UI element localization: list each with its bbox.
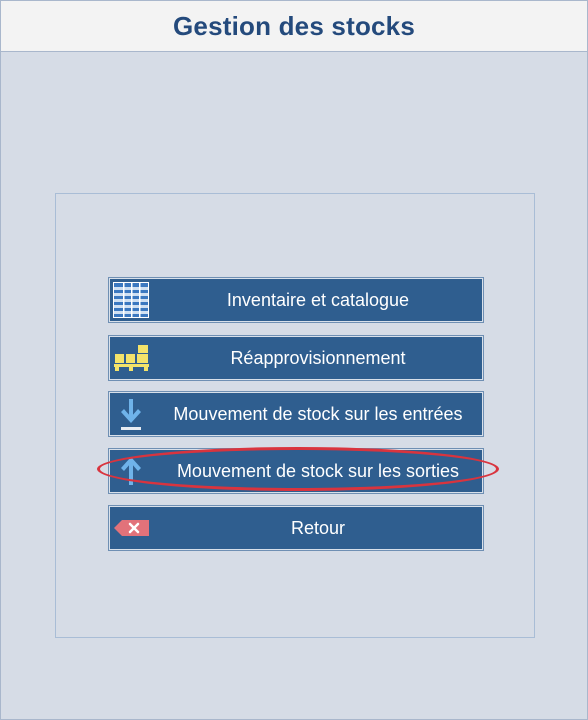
page-title: Gestion des stocks	[172, 10, 416, 41]
app-window: Gestion des stocks Inventaire et catalog…	[0, 0, 588, 720]
stock-in-movement-label: Mouvement de stock sur les entrées	[173, 403, 463, 424]
arrow-down-in-icon	[111, 394, 151, 434]
pallet-boxes-icon	[111, 338, 151, 378]
restocking-label: Réapprovisionnement	[230, 347, 406, 368]
inventory-catalog-button[interactable]: Inventaire et catalogue	[108, 277, 484, 323]
stock-out-movement-button[interactable]: Mouvement de stock sur les sorties	[108, 448, 484, 494]
inventory-catalog-label: Inventaire et catalogue	[226, 289, 410, 310]
arrow-up-out-icon	[111, 451, 151, 491]
back-button[interactable]: Retour	[108, 505, 484, 551]
menu-panel: Inventaire et catalogue Réapprovisionnem…	[55, 193, 535, 638]
backspace-icon	[111, 508, 151, 548]
title-bar: Gestion des stocks	[1, 1, 587, 52]
back-label: Retour	[290, 517, 346, 538]
catalog-grid-icon	[111, 280, 151, 320]
stock-out-movement-label: Mouvement de stock sur les sorties	[176, 460, 460, 481]
stock-in-movement-button[interactable]: Mouvement de stock sur les entrées	[108, 391, 484, 437]
restocking-button[interactable]: Réapprovisionnement	[108, 335, 484, 381]
